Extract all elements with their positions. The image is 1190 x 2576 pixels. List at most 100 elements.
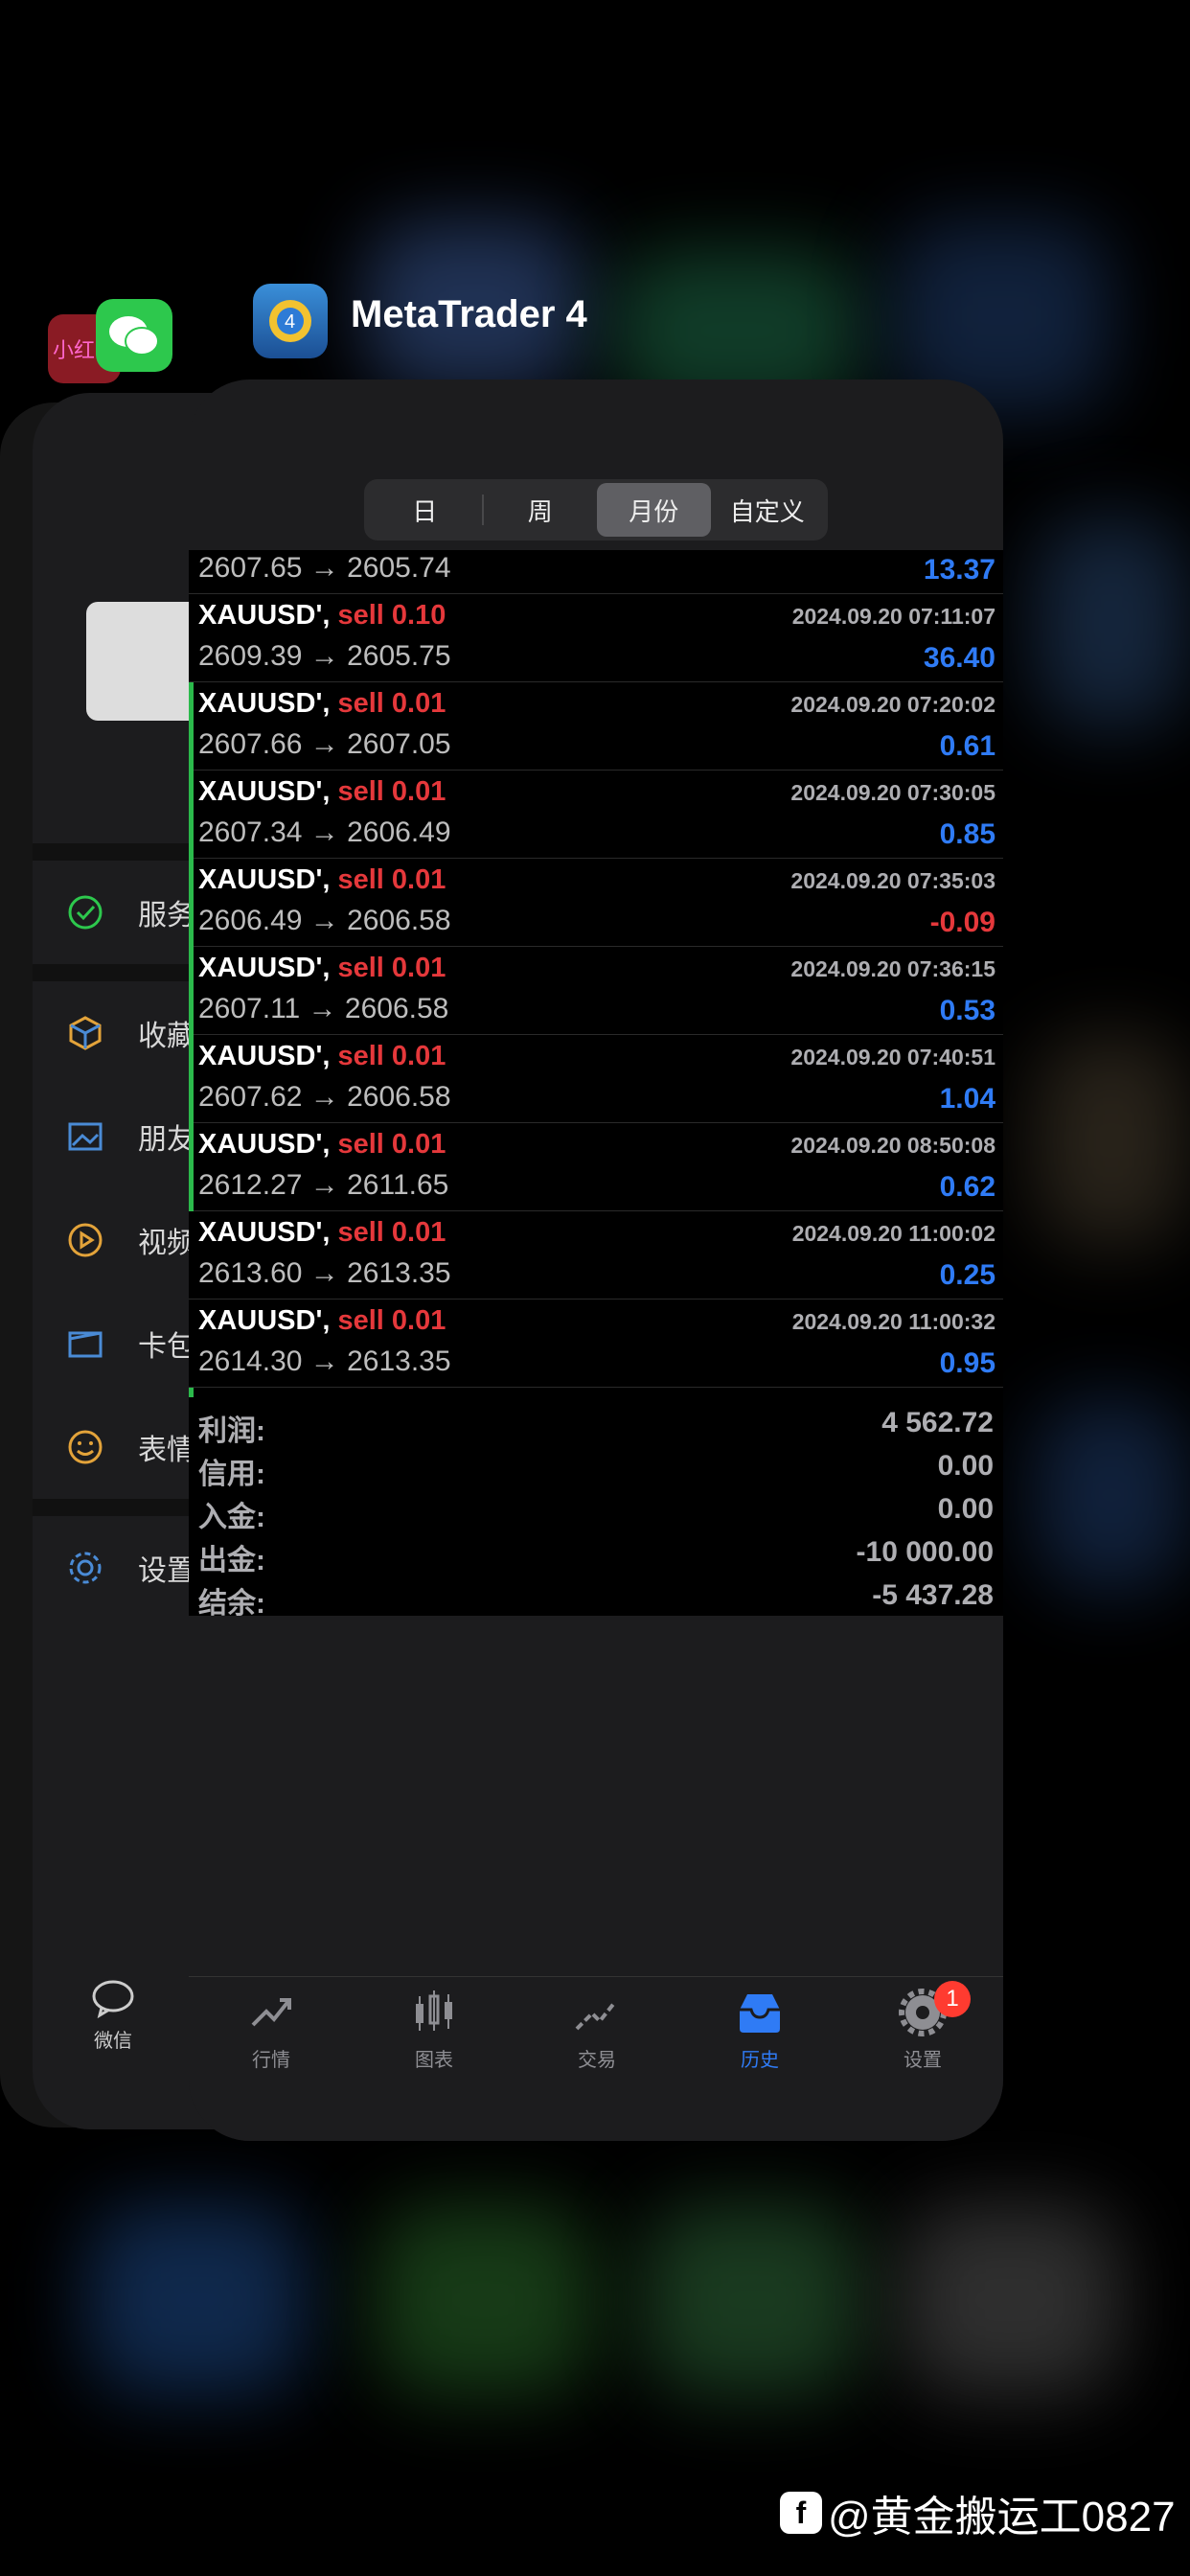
trade-prices: 2607.65 → 2605.74 bbox=[198, 552, 451, 584]
trade-time: 2024.09.20 08:50:08 bbox=[790, 1133, 995, 1158]
trade-prices: 2606.49 → 2606.58 bbox=[198, 905, 451, 936]
open-marker bbox=[189, 859, 194, 947]
summary-value: -10 000.00 bbox=[856, 1536, 994, 1568]
card-icon bbox=[68, 1331, 103, 1358]
trade-profit: 1.04 bbox=[939, 1083, 995, 1115]
tab-history[interactable]: 历史 bbox=[702, 1987, 817, 2072]
summary-row-credit: 信用: 0.00 bbox=[198, 1450, 994, 1492]
segment-day[interactable]: 日 bbox=[368, 483, 482, 537]
trade-symbol: XAUUSD', bbox=[198, 1041, 331, 1071]
trade-time: 2024.09.20 11:00:32 bbox=[791, 1309, 995, 1334]
summary-label: 信用: bbox=[198, 1459, 265, 1490]
trade-side: sell 0.01 bbox=[337, 953, 446, 983]
segment-week[interactable]: 周 bbox=[484, 483, 598, 537]
wechat-app-icon[interactable] bbox=[96, 299, 172, 372]
trade-history-list[interactable]: 2607.65 → 2605.74 13.37 XAUUSD', sell 0.… bbox=[189, 550, 1003, 1397]
watermark-logo-icon: f bbox=[780, 2492, 822, 2534]
trade-time: 2024.09.20 07:36:15 bbox=[790, 956, 995, 981]
trade-profit: 13.37 bbox=[923, 554, 995, 586]
watermark: f @黄金搬运工0827 bbox=[780, 2482, 1176, 2543]
trade-time: 2024.09.20 11:00:02 bbox=[791, 1221, 995, 1246]
trade-side: sell 0.10 bbox=[337, 600, 446, 631]
history-icon bbox=[740, 1994, 780, 2033]
trade-profit: 0.25 bbox=[939, 1259, 995, 1291]
segment-month[interactable]: 月份 bbox=[597, 483, 711, 537]
summary-value: -5 437.28 bbox=[872, 1579, 994, 1611]
wallpaper-blob bbox=[1035, 1035, 1188, 1246]
summary-label: 入金: bbox=[198, 1502, 265, 1533]
tab-quotes[interactable]: 行情 bbox=[214, 1987, 329, 2072]
trade-side: sell 0.01 bbox=[337, 688, 446, 719]
tab-label: 行情 bbox=[252, 2050, 290, 2071]
table-row[interactable]: XAUUSD', sell 0.012024.09.20 12:30:01261… bbox=[189, 1388, 1003, 1397]
trade-icon bbox=[575, 2000, 617, 2031]
wechat-menu-label: 朋友 bbox=[138, 1124, 195, 1156]
metatrader-app-card[interactable]: 日 周 月份 自定义 2607.65 → 2605.74 13.37 XAUUS… bbox=[189, 380, 1003, 2141]
trade-symbol: XAUUSD', bbox=[198, 1129, 331, 1160]
trade-side: sell 0.01 bbox=[337, 1129, 446, 1160]
table-row[interactable]: XAUUSD', sell 0.01 2024.09.20 11:00:32 261… bbox=[189, 1300, 1003, 1388]
wechat-tab[interactable]: 微信 bbox=[90, 1979, 136, 2053]
trade-title: XAUUSD', sell 0.01 bbox=[198, 1305, 446, 1337]
chart-icon bbox=[416, 1990, 452, 2031]
trade-profit: 36.40 bbox=[923, 642, 995, 674]
table-row[interactable]: XAUUSD', sell 0.01 2024.09.20 07:35:03 260… bbox=[189, 859, 1003, 947]
cube-icon bbox=[69, 1016, 102, 1050]
table-row[interactable]: XAUUSD', sell 0.01 2024.09.20 07:36:15 260… bbox=[189, 947, 1003, 1035]
trade-time: 2024.09.20 07:35:03 bbox=[790, 868, 995, 893]
wallpaper-blob bbox=[642, 2204, 862, 2396]
trade-title: XAUUSD', sell 0.01 bbox=[198, 688, 446, 720]
summary-label: 出金: bbox=[198, 1545, 265, 1576]
watermark-text: @黄金搬运工0827 bbox=[828, 2494, 1176, 2541]
tab-settings[interactable]: 设置 1 bbox=[865, 1981, 980, 2072]
trade-symbol: XAUUSD', bbox=[198, 864, 331, 895]
table-row[interactable]: XAUUSD', sell 0.01 2024.09.20 08:50:08 261… bbox=[189, 1123, 1003, 1211]
summary-label: 利润: bbox=[198, 1415, 265, 1447]
app-switcher-title: MetaTrader 4 bbox=[351, 293, 587, 335]
tab-chart[interactable]: 图表 bbox=[377, 1987, 492, 2072]
trade-symbol: XAUUSD', bbox=[198, 688, 331, 719]
trade-prices: 2607.66 → 2607.05 bbox=[198, 728, 451, 760]
wechat-menu-label: 服务 bbox=[138, 900, 195, 932]
table-row[interactable]: XAUUSD', sell 0.01 2024.09.20 07:30:05 260… bbox=[189, 770, 1003, 859]
avatar[interactable] bbox=[86, 602, 201, 721]
table-row[interactable]: XAUUSD', sell 0.01 2024.09.20 07:40:51 260… bbox=[189, 1035, 1003, 1123]
table-row[interactable]: XAUUSD', sell 0.10 2024.09.20 07:11:07 260… bbox=[189, 594, 1003, 682]
period-segmented-control: 日 周 月份 自定义 bbox=[364, 479, 828, 540]
tab-label: 设置 bbox=[904, 2050, 942, 2071]
trade-prices: 2607.62 → 2606.58 bbox=[198, 1081, 451, 1113]
quotes-icon bbox=[251, 1998, 291, 2027]
trade-symbol: XAUUSD', bbox=[198, 600, 331, 631]
trade-side: sell 0.01 bbox=[337, 1041, 446, 1071]
tab-label: 历史 bbox=[741, 2050, 779, 2071]
trade-side: sell 0.01 bbox=[337, 1217, 446, 1248]
open-marker bbox=[189, 682, 194, 770]
wechat-menu-label: 表情 bbox=[138, 1435, 195, 1466]
chat-bubble-icon bbox=[92, 1980, 134, 2019]
trade-title: XAUUSD', sell 0.10 bbox=[198, 600, 446, 632]
summary-value: 4 562.72 bbox=[881, 1407, 994, 1438]
open-marker bbox=[189, 1388, 194, 1397]
summary-row-deposit: 入金: 0.00 bbox=[198, 1493, 994, 1535]
table-row[interactable]: XAUUSD', sell 0.01 2024.09.20 11:00:02 261… bbox=[189, 1211, 1003, 1300]
trade-profit: 0.85 bbox=[939, 818, 995, 850]
trade-symbol: XAUUSD', bbox=[198, 953, 331, 983]
tab-trade[interactable]: 交易 bbox=[539, 1987, 654, 2072]
open-marker bbox=[189, 947, 194, 1035]
summary-value: 0.00 bbox=[937, 1450, 994, 1482]
table-row[interactable]: 2607.65 → 2605.74 13.37 bbox=[189, 550, 1003, 594]
wallpaper-blob bbox=[1035, 1399, 1188, 1591]
play-circle-icon bbox=[68, 1223, 103, 1257]
trade-prices: 2614.30 → 2613.35 bbox=[198, 1346, 451, 1377]
metatrader-app-icon[interactable]: 4 bbox=[253, 284, 328, 358]
wallpaper-blob bbox=[86, 2204, 307, 2396]
check-service-icon bbox=[68, 895, 103, 930]
trade-symbol: XAUUSD', bbox=[198, 1217, 331, 1248]
table-row[interactable]: XAUUSD', sell 0.01 2024.09.20 07:20:02 260… bbox=[189, 682, 1003, 770]
trade-prices: 2607.11 → 2606.58 bbox=[198, 993, 449, 1024]
summary-label: 结余: bbox=[198, 1588, 265, 1620]
trade-side: sell 0.01 bbox=[337, 776, 446, 807]
smile-icon bbox=[68, 1430, 103, 1464]
segment-custom[interactable]: 自定义 bbox=[711, 483, 825, 537]
summary-row-profit: 利润: 4 562.72 bbox=[198, 1407, 994, 1449]
